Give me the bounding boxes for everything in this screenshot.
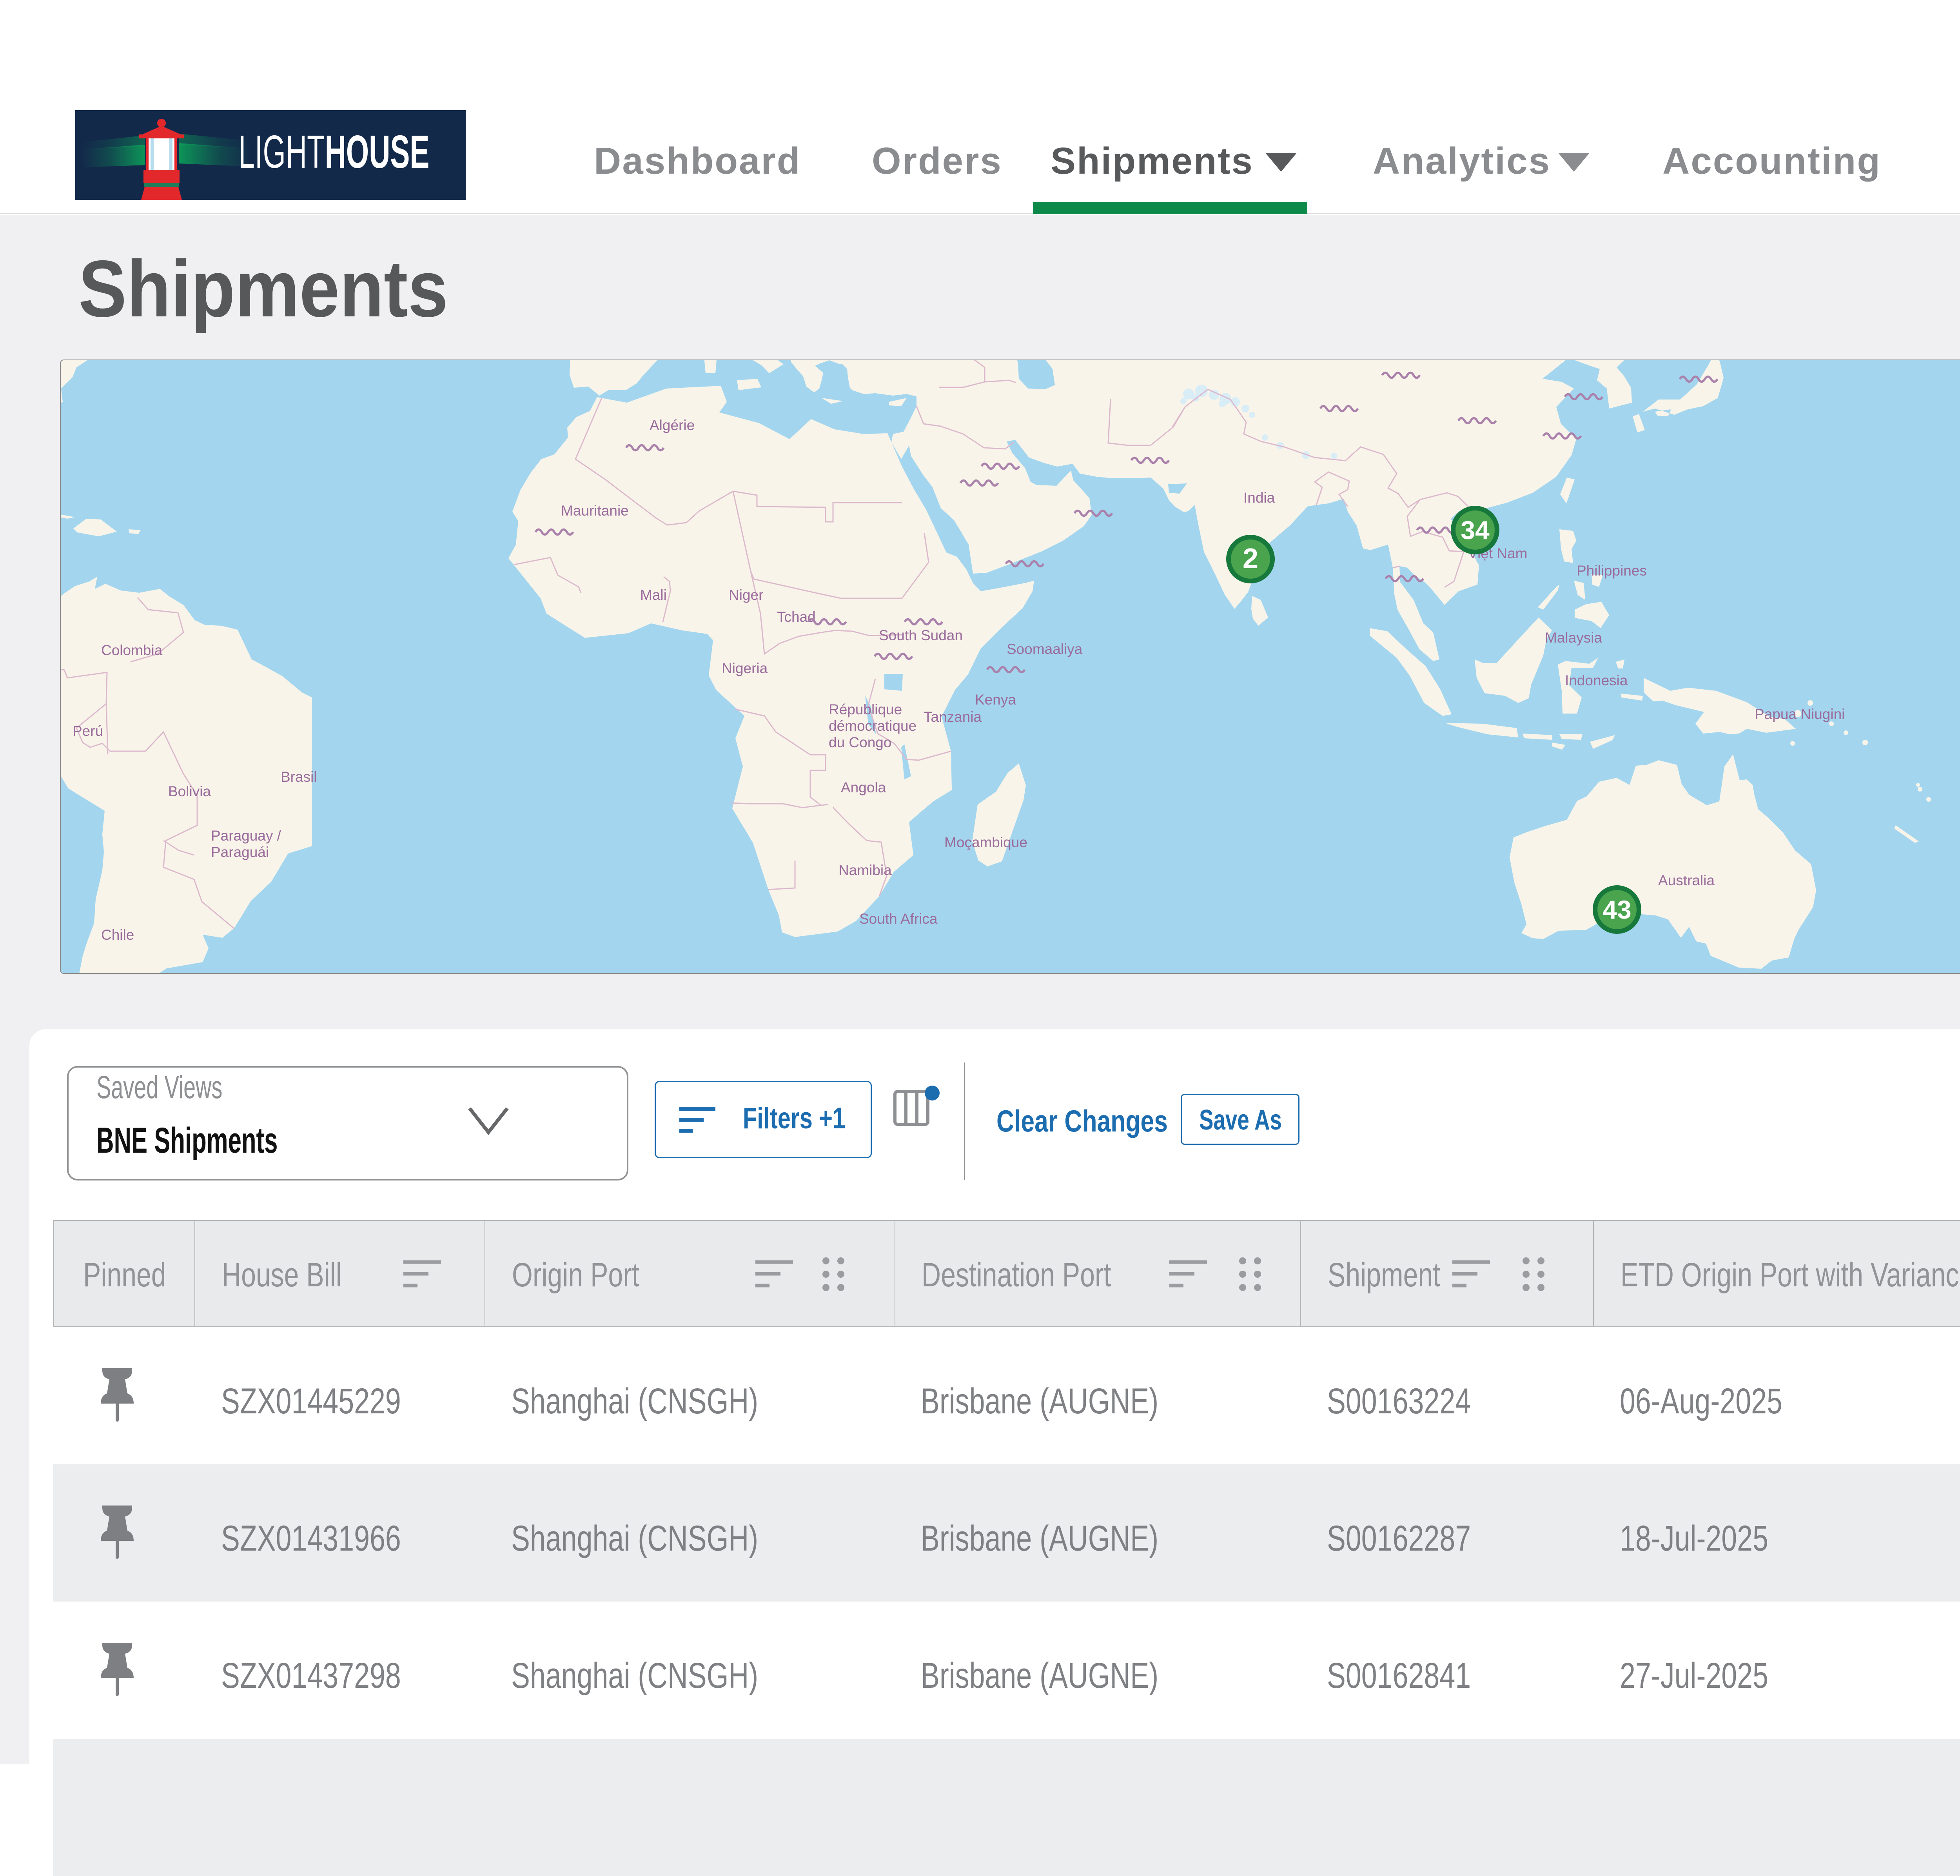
svg-text:South Sudan: South Sudan xyxy=(879,627,963,643)
svg-text:Niger: Niger xyxy=(729,587,763,603)
svg-text:Angola: Angola xyxy=(841,779,886,795)
svg-text:2: 2 xyxy=(1243,543,1258,574)
svg-text:Bolivia: Bolivia xyxy=(168,783,211,799)
svg-text:Mauritanie: Mauritanie xyxy=(561,503,629,519)
svg-text:Nigeria: Nigeria xyxy=(722,660,768,676)
svg-text:démocratique: démocratique xyxy=(829,718,916,734)
svg-text:Papua Niugini: Papua Niugini xyxy=(1755,706,1845,722)
svg-text:du Congo: du Congo xyxy=(829,734,891,750)
svg-text:34: 34 xyxy=(1461,516,1490,545)
svg-text:Paraguay /: Paraguay / xyxy=(211,828,281,844)
svg-text:Tchad: Tchad xyxy=(777,609,816,625)
svg-text:Algérie: Algérie xyxy=(650,417,695,433)
svg-text:Moçambique: Moçambique xyxy=(944,834,1027,850)
svg-text:Paraguái: Paraguái xyxy=(211,844,269,860)
svg-text:Mali: Mali xyxy=(640,587,667,603)
svg-text:Kenya: Kenya xyxy=(975,692,1016,708)
svg-text:43: 43 xyxy=(1602,895,1631,924)
svg-text:Perú: Perú xyxy=(73,723,103,739)
svg-text:Australia: Australia xyxy=(1658,872,1715,888)
svg-text:Soomaaliya: Soomaaliya xyxy=(1007,641,1083,657)
svg-text:Philippines: Philippines xyxy=(1577,563,1647,579)
svg-text:India: India xyxy=(1243,490,1275,506)
svg-text:Brasil: Brasil xyxy=(281,769,317,785)
svg-text:République: République xyxy=(829,701,902,717)
svg-text:Namibia: Namibia xyxy=(838,862,892,878)
svg-text:South Africa: South Africa xyxy=(859,911,938,927)
svg-text:Tanzania: Tanzania xyxy=(924,709,982,725)
svg-text:Indonesia: Indonesia xyxy=(1565,672,1628,688)
svg-text:Malaysia: Malaysia xyxy=(1545,630,1602,646)
svg-text:Chile: Chile xyxy=(101,927,134,943)
svg-text:Colombia: Colombia xyxy=(101,642,163,658)
